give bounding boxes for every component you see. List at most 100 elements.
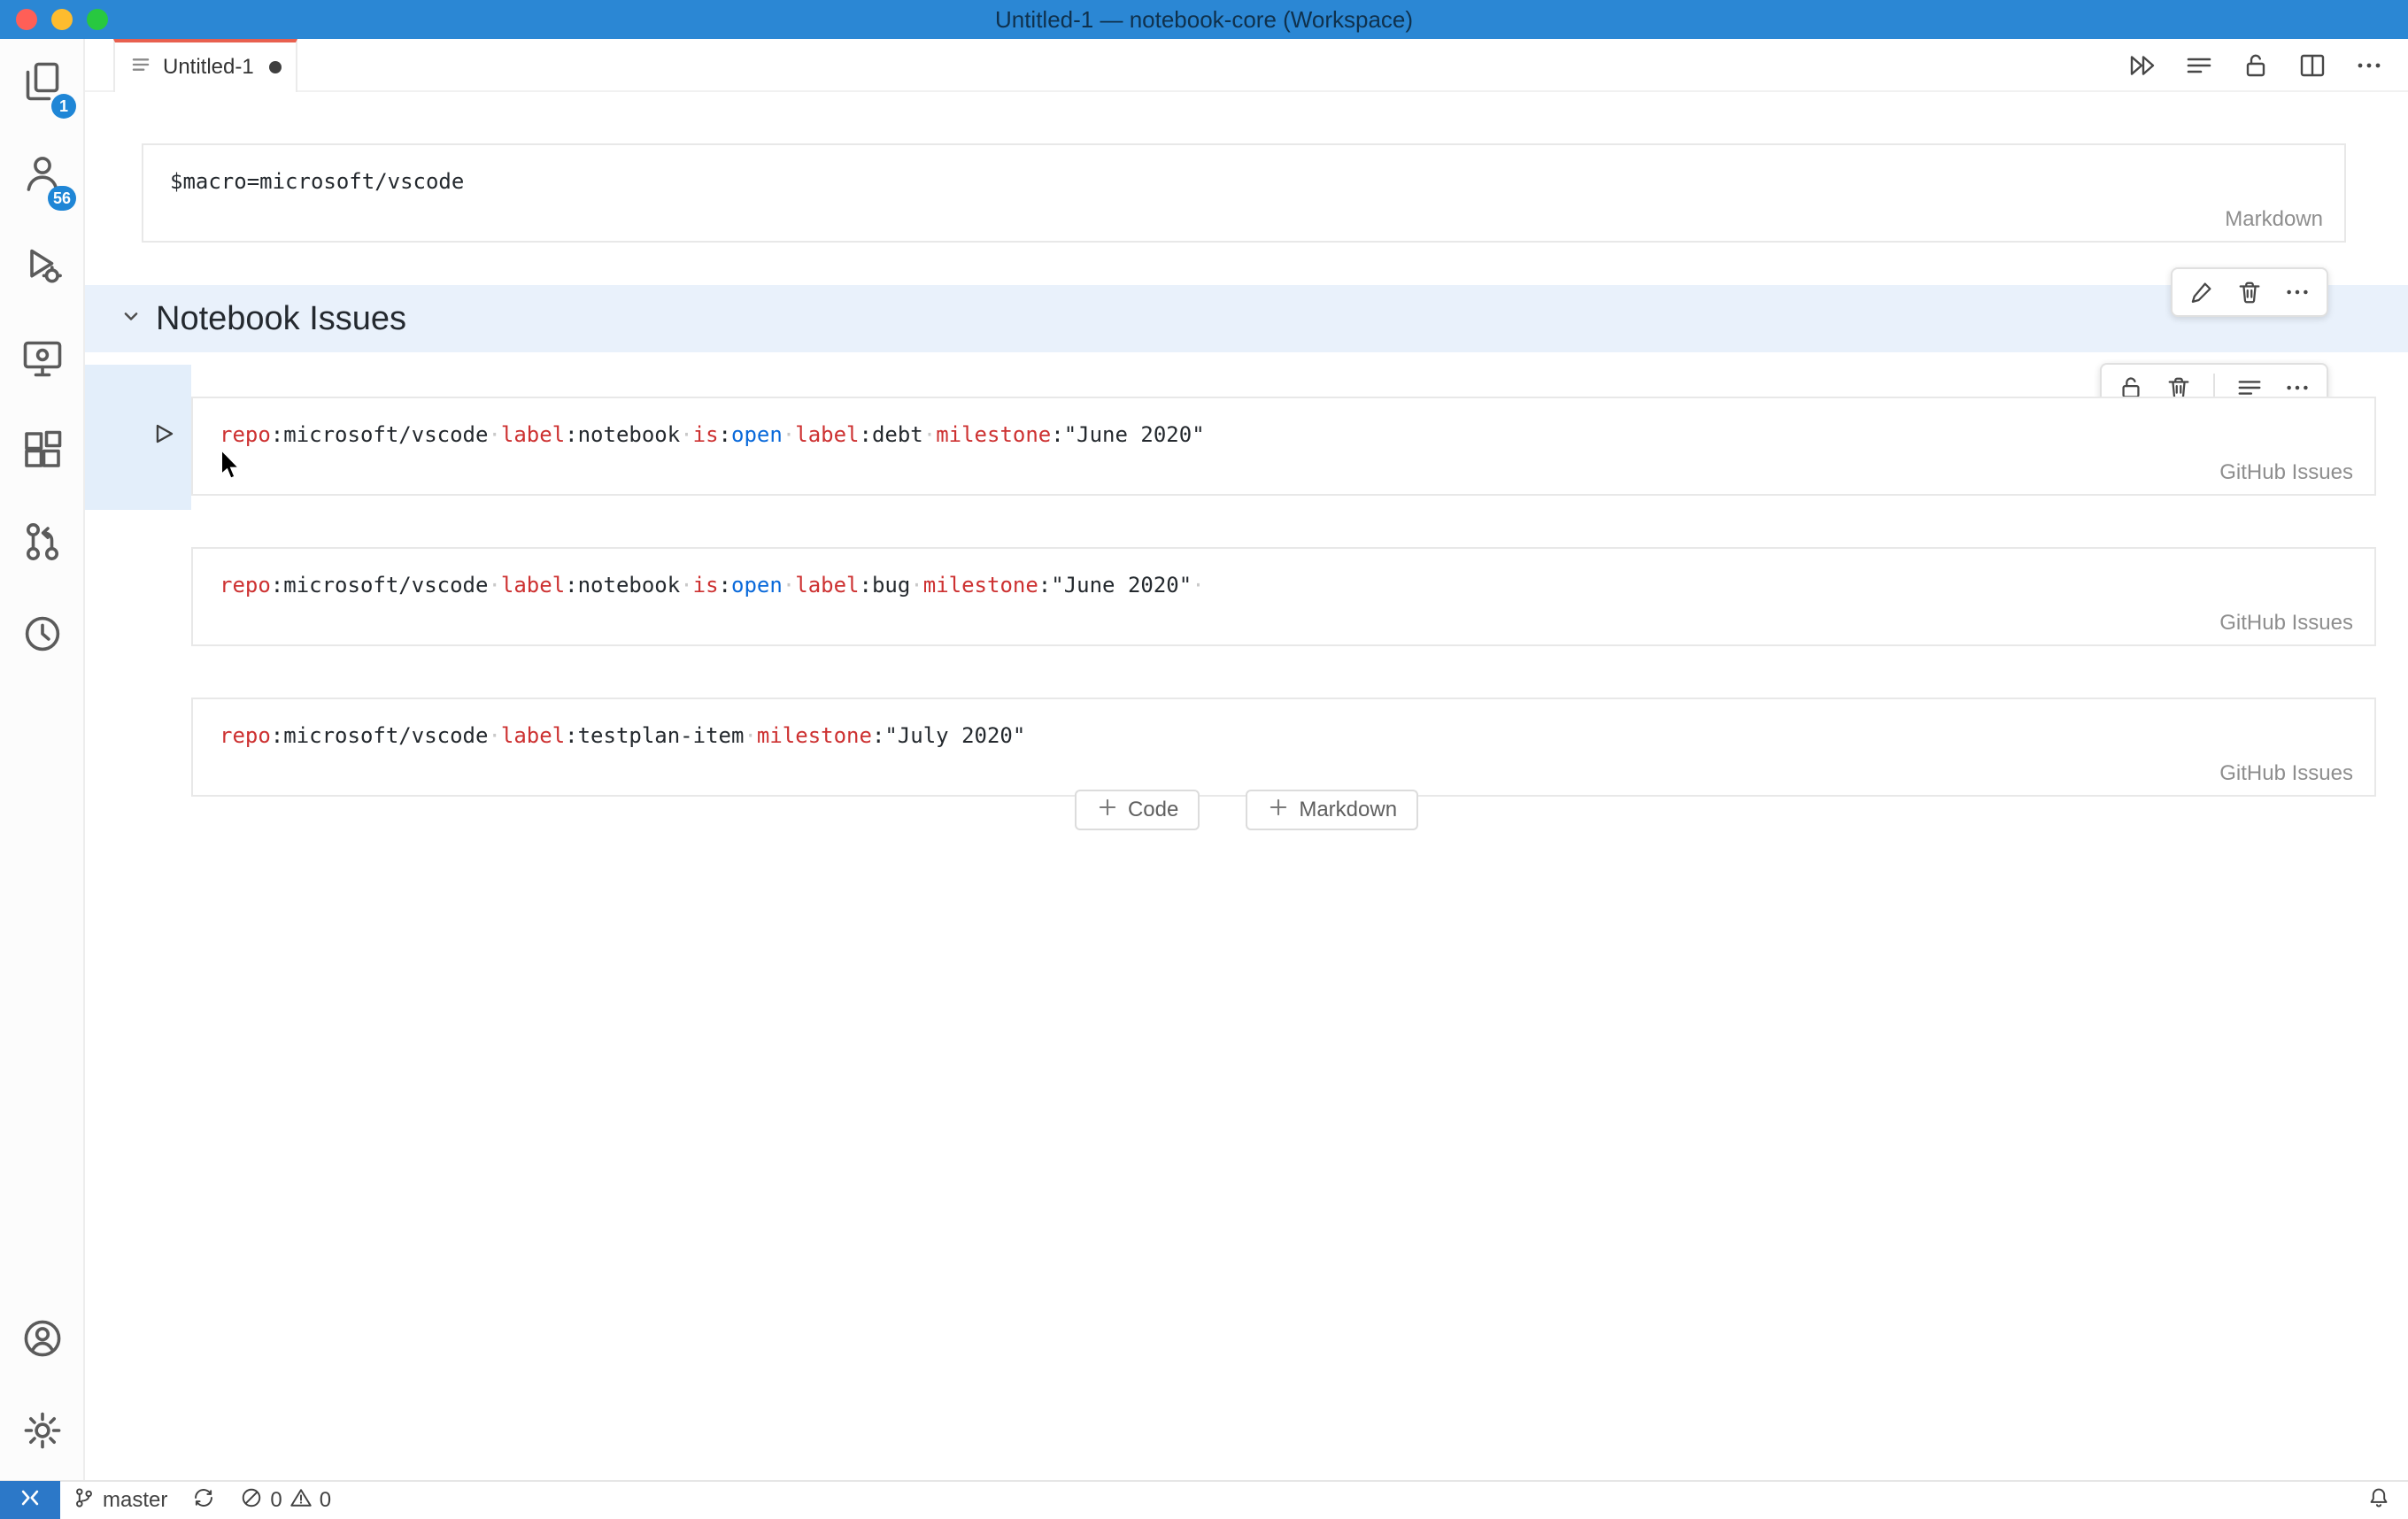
macro-cell[interactable]: $macro=microsoft/vscode Markdown	[142, 143, 2346, 243]
minimize-window-button[interactable]	[51, 9, 73, 30]
notebook-cell-row: repo:microsoft/vscode·label:testplan-ite…	[191, 698, 2376, 797]
maximize-window-button[interactable]	[87, 9, 108, 30]
code-token: ·	[783, 422, 795, 447]
cell-language-badge[interactable]: GitHub Issues	[2219, 611, 2353, 636]
query-cell[interactable]: repo:microsoft/vscode·label:notebook·is:…	[191, 547, 2376, 646]
run-all-button[interactable]	[2128, 51, 2157, 80]
cell-language-badge[interactable]: GitHub Issues	[2219, 761, 2353, 786]
notebook-canvas: $macro=microsoft/vscode Markdown Noteboo…	[85, 92, 2408, 1480]
code-token: ·	[923, 422, 936, 447]
query-code-line[interactable]: repo:microsoft/vscode·label:notebook·is:…	[193, 549, 2374, 598]
chevron-down-icon[interactable]	[85, 303, 143, 335]
query-code-line[interactable]: repo:microsoft/vscode·label:testplan-ite…	[193, 699, 2374, 749]
sidebar-item-explorer[interactable]: 1	[0, 39, 85, 131]
code-token: repo	[220, 723, 271, 748]
code-token: :"June 2020"	[1051, 422, 1204, 447]
lock-button[interactable]	[2242, 51, 2270, 80]
code-token: ·	[488, 723, 500, 748]
query-cell[interactable]: repo:microsoft/vscode·label:testplan-ite…	[191, 698, 2376, 797]
notifications-status-item[interactable]	[2355, 1482, 2408, 1519]
git-branch-icon	[73, 1486, 96, 1515]
account-icon	[21, 1317, 64, 1367]
code-token: ·	[744, 723, 756, 748]
sidebar-item-run-debug[interactable]	[0, 223, 85, 315]
run-cell-button[interactable]	[149, 418, 181, 450]
section-header-row[interactable]: Notebook Issues	[85, 285, 2408, 352]
add-markdown-label: Markdown	[1299, 798, 1397, 822]
code-token: :"June 2020"	[1038, 573, 1192, 598]
plus-icon	[1096, 796, 1119, 825]
code-token: ·	[680, 573, 692, 598]
error-icon	[240, 1486, 263, 1515]
sidebar-item-account[interactable]	[0, 1296, 85, 1388]
code-token: milestone	[923, 573, 1038, 598]
editor-area: Untitled-1	[85, 39, 2408, 1480]
code-token: :notebook	[565, 422, 680, 447]
code-token: open	[731, 422, 783, 447]
status-bar: master 0 0	[0, 1480, 2408, 1519]
query-code-line[interactable]: repo:microsoft/vscode·label:notebook·is:…	[193, 398, 2374, 448]
code-token: repo	[220, 422, 271, 447]
code-token: :	[719, 422, 731, 447]
remote-explorer-icon	[21, 336, 64, 386]
cell-language-badge[interactable]: GitHub Issues	[2219, 460, 2353, 485]
run-debug-icon	[21, 244, 64, 294]
notebook-file-icon	[129, 53, 152, 82]
window-title: Untitled-1 — notebook-core (Workspace)	[995, 6, 1413, 34]
code-token: label	[501, 723, 565, 748]
branch-status-item[interactable]: master	[60, 1482, 180, 1519]
notebook-cell-row: repo:microsoft/vscode·label:notebook·is:…	[191, 547, 2376, 646]
title-bar: Untitled-1 — notebook-core (Workspace)	[0, 0, 2408, 39]
code-token: label	[501, 422, 565, 447]
remote-icon	[18, 1485, 42, 1516]
sidebar-item-settings[interactable]	[0, 1388, 85, 1480]
activity-bar-spacer	[0, 683, 83, 1296]
sidebar-item-remote-explorer[interactable]	[0, 315, 85, 407]
notebook-cell-row: repo:microsoft/vscode·label:notebook·is:…	[191, 397, 2376, 496]
vscode-window: Untitled-1 — notebook-core (Workspace) 1…	[0, 0, 2408, 1519]
code-token: :testplan-item	[565, 723, 744, 748]
split-editor-button[interactable]	[2298, 51, 2327, 80]
modified-indicator[interactable]	[269, 61, 282, 73]
query-cell[interactable]: repo:microsoft/vscode·label:notebook·is:…	[191, 397, 2376, 496]
warning-icon	[289, 1486, 313, 1515]
sidebar-item-pull-requests[interactable]	[0, 499, 85, 591]
code-token: label	[795, 422, 859, 447]
close-window-button[interactable]	[16, 9, 37, 30]
code-token: ·	[488, 422, 500, 447]
code-token: :microsoft/vscode	[271, 723, 489, 748]
error-count: 0	[270, 1488, 282, 1513]
code-token: :"July 2020"	[872, 723, 1025, 748]
code-token: ·	[680, 422, 692, 447]
clear-outputs-button[interactable]	[2185, 51, 2213, 80]
warning-count: 0	[320, 1488, 331, 1513]
code-token: milestone	[757, 723, 872, 748]
more-actions-button[interactable]	[2355, 51, 2383, 80]
code-token: :microsoft/vscode	[271, 573, 489, 598]
explorer-badge: 1	[51, 94, 76, 119]
cell-language-badge[interactable]: Markdown	[2225, 207, 2323, 232]
add-markdown-cell-button[interactable]: Markdown	[1246, 790, 1418, 830]
remote-indicator[interactable]	[0, 1481, 60, 1519]
traffic-lights	[16, 9, 108, 30]
problems-status-item[interactable]: 0 0	[228, 1482, 343, 1519]
sidebar-item-extensions[interactable]	[0, 407, 85, 499]
tab-untitled-1[interactable]: Untitled-1	[113, 39, 297, 92]
code-token: is	[693, 422, 719, 447]
code-token: ·	[1192, 573, 1204, 598]
delete-cell-button[interactable]	[2236, 279, 2263, 305]
clock-icon	[21, 613, 64, 662]
add-cell-row: Code Markdown	[85, 790, 2408, 830]
sync-icon	[192, 1486, 215, 1515]
sync-status-item[interactable]	[180, 1482, 228, 1519]
add-code-cell-button[interactable]: Code	[1075, 790, 1200, 830]
tab-bar: Untitled-1	[85, 39, 2408, 92]
add-code-label: Code	[1128, 798, 1178, 822]
git-pull-request-icon	[21, 520, 64, 570]
code-token: ·	[488, 573, 500, 598]
macro-code-line[interactable]: $macro=microsoft/vscode	[143, 145, 2344, 195]
more-cell-actions-button[interactable]	[2284, 279, 2311, 305]
sidebar-item-github-account[interactable]: 56	[0, 131, 85, 223]
edit-cell-button[interactable]	[2188, 279, 2215, 305]
sidebar-item-timeline[interactable]	[0, 591, 85, 683]
